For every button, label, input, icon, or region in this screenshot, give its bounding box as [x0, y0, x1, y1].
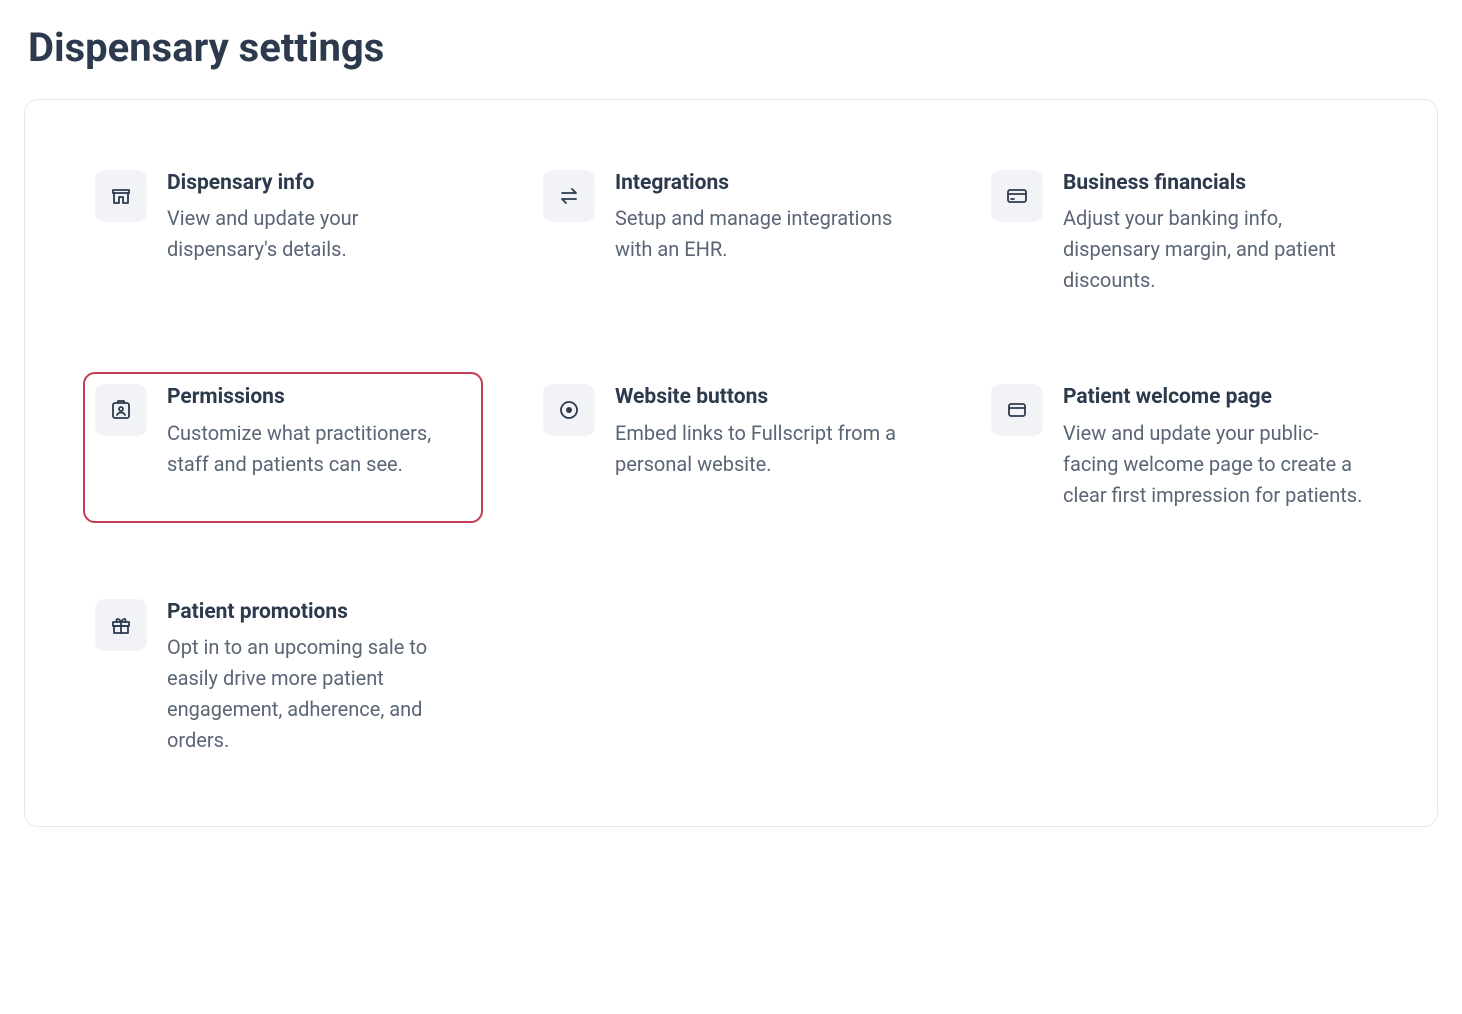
card-description: Customize what practitioners, staff and … [167, 418, 471, 480]
page-title: Dispensary settings [28, 24, 1438, 71]
card-title: Dispensary info [167, 170, 471, 197]
card-description: Embed links to Fullscript from a persona… [615, 418, 919, 480]
card-title: Permissions [167, 384, 471, 411]
card-dispensary-info[interactable]: Dispensary info View and update your dis… [83, 158, 483, 308]
store-icon [95, 170, 147, 222]
card-website-buttons[interactable]: Website buttons Embed links to Fullscrip… [531, 372, 931, 522]
card-title: Integrations [615, 170, 919, 197]
card-patient-promotions[interactable]: Patient promotions Opt in to an upcoming… [83, 587, 483, 768]
card-description: Setup and manage integrations with an EH… [615, 203, 919, 265]
card-title: Business financials [1063, 170, 1367, 197]
card-integrations[interactable]: Integrations Setup and manage integratio… [531, 158, 931, 308]
card-title: Website buttons [615, 384, 919, 411]
card-description: View and update your public-facing welco… [1063, 418, 1367, 511]
id-badge-icon [95, 384, 147, 436]
target-icon [543, 384, 595, 436]
card-patient-welcome[interactable]: Patient welcome page View and update you… [979, 372, 1379, 522]
card-description: Adjust your banking info, dispensary mar… [1063, 203, 1367, 296]
card-business-financials[interactable]: Business financials Adjust your banking … [979, 158, 1379, 308]
card-title: Patient welcome page [1063, 384, 1367, 411]
arrows-exchange-icon [543, 170, 595, 222]
card-permissions[interactable]: Permissions Customize what practitioners… [83, 372, 483, 522]
card-title: Patient promotions [167, 599, 471, 626]
gift-icon [95, 599, 147, 651]
card-description: View and update your dispensary's detail… [167, 203, 471, 265]
card-description: Opt in to an upcoming sale to easily dri… [167, 632, 471, 756]
settings-grid: Dispensary info View and update your dis… [83, 158, 1379, 768]
settings-container: Dispensary info View and update your dis… [24, 99, 1438, 827]
credit-card-icon [991, 170, 1043, 222]
window-icon [991, 384, 1043, 436]
